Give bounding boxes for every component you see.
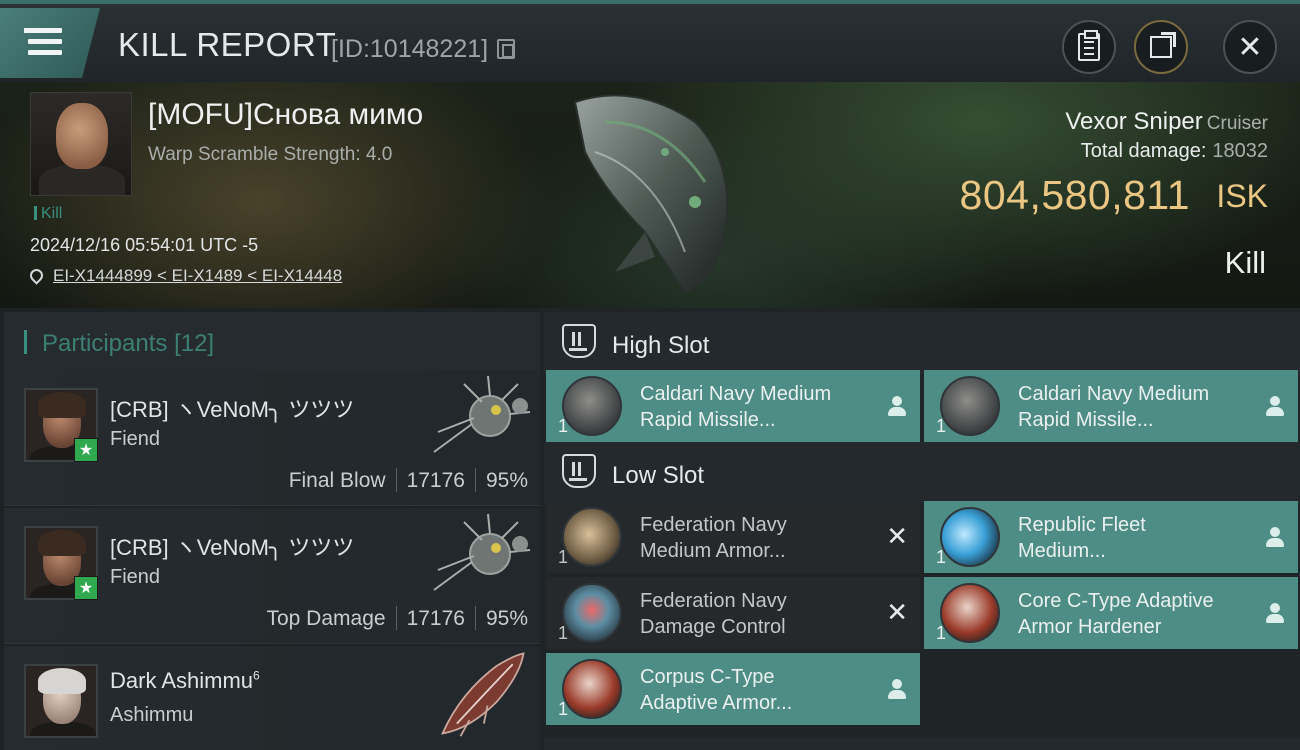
participant-superscript: 6 — [253, 668, 260, 683]
participant-percent: 95% — [485, 607, 528, 630]
fiend-ship-icon — [433, 513, 531, 591]
module-quantity: 1 — [558, 547, 569, 567]
participant-ship: Fiend — [110, 566, 161, 588]
participants-label: Participants — [42, 330, 168, 357]
energy-module-icon — [940, 507, 1000, 567]
result-label: Kill — [1224, 245, 1266, 280]
total-damage: Total damage: 18032 — [1080, 140, 1268, 162]
module-item[interactable]: 1 Caldari Navy Medium Rapid Missile... — [546, 370, 920, 442]
module-quantity: 1 — [558, 699, 569, 719]
missile-launcher-icon — [940, 376, 1000, 436]
kill-location[interactable]: EI-X1444899 < EI-X1489 < EI-X14448 — [27, 266, 342, 286]
location-link[interactable]: EI-X1444899 < EI-X1489 < EI-X14448 — [53, 266, 342, 285]
mid-slot-header-partial — [544, 738, 1300, 750]
participant-name: [CRB] ヽVeNoM╮ ツツツ — [110, 397, 355, 422]
participants-count: [12] — [174, 330, 215, 357]
module-item[interactable]: 1 Federation Navy Damage Control ✕ — [546, 577, 920, 649]
damage-control-icon — [562, 583, 622, 643]
participant-damage: 17176 — [406, 469, 465, 492]
participant-percent: 95% — [485, 469, 528, 492]
module-name: Caldari Navy Medium Rapid Missile... — [640, 383, 832, 431]
isk-value: 804,580,811 — [959, 172, 1190, 218]
clipboard-button[interactable] — [1062, 20, 1116, 74]
participants-header: Participants [12] — [4, 312, 540, 370]
destroyed-icon: ✕ — [886, 521, 908, 551]
victim-ship-image — [573, 94, 728, 294]
low-slot-header: Low Slot — [544, 442, 1300, 504]
participant-name: [CRB] ヽVeNoM╮ ツツツ — [110, 535, 355, 560]
pilot-icon — [888, 679, 906, 699]
share-button[interactable] — [1134, 20, 1188, 74]
participant-row[interactable]: ★ [CRB] ヽVeNoM╮ ツツツ Fiend Final Blow 1717… — [4, 370, 540, 506]
high-slot-label: High Slot — [612, 332, 710, 359]
warp-scramble-strength: Warp Scramble Strength: 4.0 — [148, 144, 393, 165]
clipboard-icon — [1078, 30, 1100, 61]
victim-portrait[interactable] — [30, 92, 132, 196]
menu-button[interactable] — [0, 8, 100, 78]
module-quantity: 1 — [558, 623, 569, 643]
fiend-ship-icon — [433, 375, 531, 453]
module-name: Federation Navy Damage Control — [640, 590, 787, 638]
victim-summary: [MOFU]Снова мимо Warp Scramble Strength:… — [0, 82, 1300, 308]
location-pin-icon — [27, 266, 46, 285]
participant-role: Top Damage — [266, 607, 386, 630]
pilot-icon — [1266, 527, 1284, 547]
module-item[interactable]: 1 Federation Navy Medium Armor... ✕ — [546, 501, 920, 573]
module-item[interactable]: 1 Republic Fleet Medium... — [924, 501, 1298, 573]
avatar[interactable] — [24, 664, 98, 738]
victim-ship-class: Cruiser — [1206, 113, 1268, 134]
pilot-icon — [1266, 603, 1284, 623]
share-icon — [1150, 32, 1176, 58]
module-item[interactable]: 1 Core C-Type Adaptive Armor Hardener — [924, 577, 1298, 649]
kill-tag: Kill — [34, 205, 62, 223]
page-title: KILL REPORT — [118, 26, 337, 63]
module-name: Caldari Navy Medium Rapid Missile... — [1018, 383, 1210, 431]
star-icon: ★ — [74, 438, 98, 462]
participant-name: Dark Ashimmu6 — [110, 668, 260, 693]
low-slot-icon — [562, 454, 596, 488]
module-name: Republic Fleet Medium... — [1018, 514, 1146, 562]
module-name: Corpus C-Type Adaptive Armor... — [640, 666, 793, 714]
participant-stats: Final Blow 17176 95% — [289, 468, 528, 493]
participant-damage: 17176 — [406, 607, 465, 630]
pilot-icon — [1266, 396, 1284, 416]
armor-hardener-icon — [562, 659, 622, 719]
missile-launcher-icon — [562, 376, 622, 436]
high-slot-icon — [562, 324, 596, 358]
header-bar: KILL REPORT [ID:10148221] ✕ — [0, 0, 1300, 82]
module-item[interactable]: 1 Corpus C-Type Adaptive Armor... — [546, 653, 920, 725]
victim-pilot-name[interactable]: [MOFU]Снова мимо — [148, 98, 423, 132]
ashimmu-ship-icon — [440, 652, 525, 737]
close-icon: ✕ — [1237, 30, 1263, 64]
high-slot-header: High Slot — [544, 312, 1300, 374]
isk-unit: ISK — [1216, 178, 1268, 214]
module-quantity: 1 — [936, 547, 947, 567]
destroyed-icon: ✕ — [886, 597, 908, 627]
participant-row[interactable]: ★ [CRB] ヽVeNoM╮ ツツツ Fiend Top Damage 1717… — [4, 508, 540, 644]
total-damage-value: 18032 — [1212, 140, 1268, 162]
participant-ship: Ashimmu — [110, 704, 194, 726]
report-id: [ID:10148221] — [331, 35, 489, 63]
module-quantity: 1 — [936, 416, 947, 436]
close-button[interactable]: ✕ — [1223, 20, 1277, 74]
armor-repairer-icon — [562, 507, 622, 567]
fitting-panel: High Slot 1 Caldari Navy Medium Rapid Mis… — [540, 308, 1300, 750]
victim-ship-name[interactable]: Vexor Sniper Cruiser — [1065, 108, 1268, 136]
armor-hardener-icon — [940, 583, 1000, 643]
participants-panel: Participants [12] ★ [CRB] ヽVeNoM╮ ツツツ Fi… — [0, 308, 540, 750]
pilot-icon — [888, 396, 906, 416]
participant-row[interactable]: Dark Ashimmu6 Ashimmu — [4, 646, 540, 750]
low-slot-label: Low Slot — [612, 462, 705, 489]
copy-icon[interactable] — [497, 39, 515, 59]
module-quantity: 1 — [558, 416, 569, 436]
module-name: Federation Navy Medium Armor... — [640, 514, 787, 562]
participant-ship: Fiend — [110, 428, 161, 450]
module-item[interactable]: 1 Caldari Navy Medium Rapid Missile... — [924, 370, 1298, 442]
participant-stats: Top Damage 17176 95% — [266, 606, 528, 631]
module-quantity: 1 — [936, 623, 947, 643]
kill-datetime: 2024/12/16 05:54:01 UTC -5 — [30, 235, 259, 255]
participant-role: Final Blow — [288, 469, 386, 492]
module-name: Core C-Type Adaptive Armor Hardener — [1018, 590, 1214, 638]
star-icon: ★ — [74, 576, 98, 600]
